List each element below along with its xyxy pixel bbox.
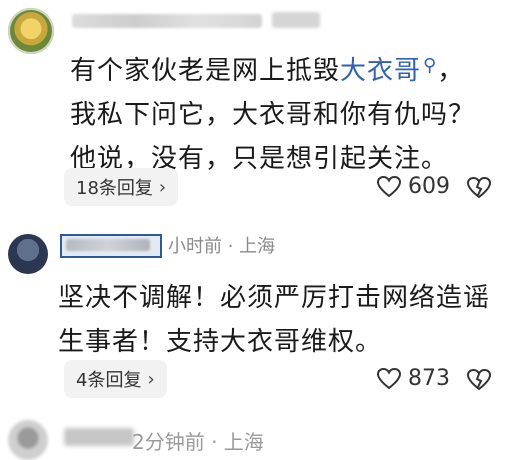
broken-heart-icon bbox=[466, 368, 492, 391]
chevron-right-icon: › bbox=[158, 176, 167, 198]
dislike-button[interactable] bbox=[466, 176, 492, 204]
comment-text: 有个家伙老是网上抵毁大衣哥 ⚲，我私下问它，大衣哥和你有仇吗？他说，没有，只是想引… bbox=[70, 44, 490, 181]
heart-icon bbox=[376, 175, 402, 197]
avatar[interactable] bbox=[8, 8, 54, 54]
like-button[interactable]: 873 bbox=[376, 366, 450, 391]
comment-text: 坚决不调解！必须严厉打击网络造谣生事者！支持大衣哥维权。 bbox=[58, 283, 491, 357]
comment-meta: 小时前 · 上海 bbox=[168, 236, 276, 257]
avatar[interactable] bbox=[8, 234, 48, 274]
blurred-username bbox=[66, 239, 150, 251]
dislike-button[interactable] bbox=[466, 368, 492, 396]
heart-icon bbox=[376, 367, 402, 389]
like-button[interactable]: 609 bbox=[376, 174, 450, 199]
search-icon: ⚲ bbox=[423, 55, 438, 76]
blurred-timestamp bbox=[272, 12, 320, 28]
like-count: 873 bbox=[408, 366, 450, 391]
like-count: 609 bbox=[408, 174, 450, 199]
broken-heart-icon bbox=[466, 176, 492, 199]
keyword-link[interactable]: 大衣哥 ⚲ bbox=[340, 55, 438, 86]
view-replies-button[interactable]: 18条回复 › bbox=[64, 168, 179, 206]
view-replies-button[interactable]: 4条回复 › bbox=[64, 360, 167, 398]
replies-label: 4条回复 bbox=[76, 370, 142, 391]
chevron-right-icon: › bbox=[147, 368, 155, 390]
replies-label: 18条回复 bbox=[76, 178, 153, 199]
comment-text-part: 有个家伙老是网上抵毁 bbox=[70, 56, 341, 86]
avatar[interactable] bbox=[8, 420, 48, 460]
keyword-link-label: 大衣哥 bbox=[340, 56, 422, 86]
blurred-username bbox=[72, 14, 262, 28]
blurred-username bbox=[64, 428, 134, 446]
comment-meta: 2分钟前 · 上海 bbox=[132, 430, 264, 454]
